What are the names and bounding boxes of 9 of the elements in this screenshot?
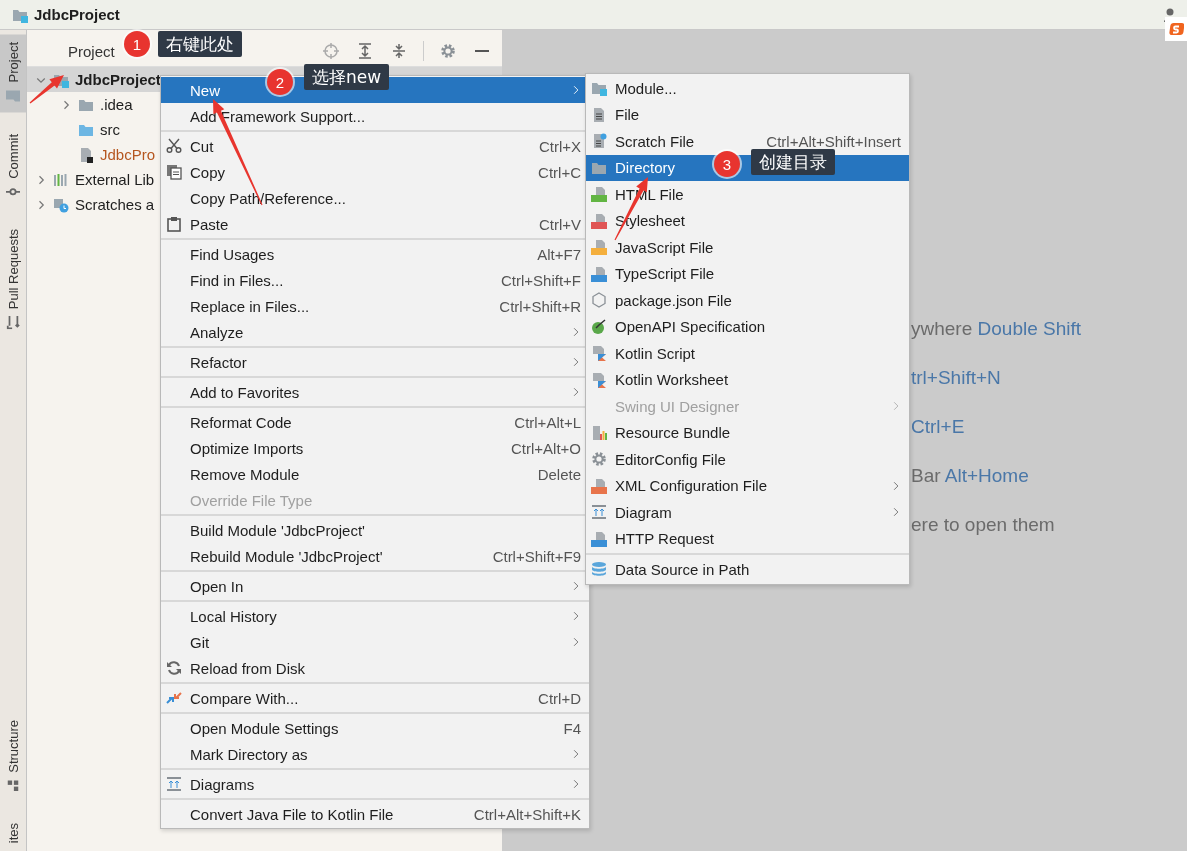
shortcut-hint: trl+Shift+N <box>911 367 1002 390</box>
shortcut-hint: ere to open them <box>911 514 1056 537</box>
callout-label: 创建目录 <box>751 149 835 175</box>
callout-label: 选择new <box>304 64 390 90</box>
callout-label: 右键此处 <box>158 31 242 57</box>
shortcut-hint: Ctrl+E <box>911 416 966 439</box>
shortcut-hint: Bar Alt+Home <box>911 465 1030 488</box>
shortcut-hint: ywhere Double Shift <box>911 318 1083 341</box>
project-title: JdbcProject <box>34 6 120 23</box>
